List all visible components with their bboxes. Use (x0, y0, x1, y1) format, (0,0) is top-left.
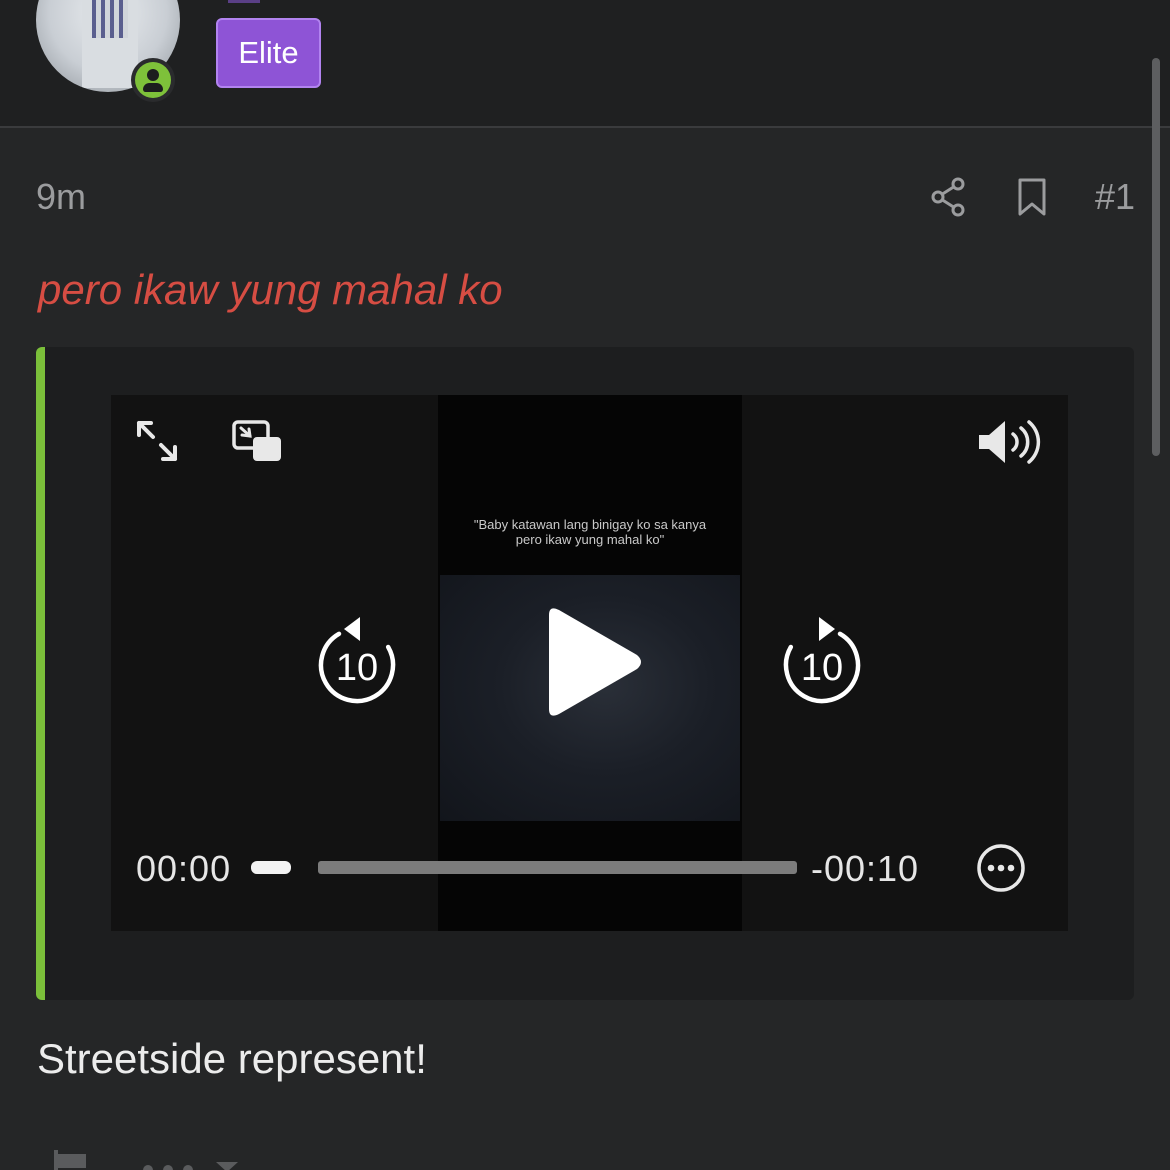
quote-title: pero ikaw yung mahal ko (38, 266, 503, 313)
scrubber-handle[interactable] (251, 861, 291, 874)
post-header: Elite (0, 0, 1170, 128)
badge-divider (228, 0, 260, 3)
volume-icon[interactable] (975, 417, 1045, 467)
video-caption-line-1: "Baby katawan lang binigay ko sa kanya (473, 517, 707, 532)
avatar-figure (82, 0, 138, 88)
remaining-time: -00:10 (811, 848, 920, 889)
online-status-icon (131, 58, 175, 102)
post-number[interactable]: #1 (1095, 176, 1135, 218)
current-time: 00:00 (136, 848, 232, 889)
progress-track[interactable] (318, 861, 797, 874)
rewind-10-icon[interactable]: 10 (316, 617, 398, 707)
flag-icon[interactable] (50, 1150, 90, 1170)
play-icon[interactable] (539, 605, 643, 719)
share-icon[interactable] (928, 172, 968, 220)
more-options-icon[interactable] (976, 843, 1026, 893)
user-rank-badge[interactable]: Elite (216, 18, 321, 88)
reactions-icon[interactable] (140, 1158, 240, 1170)
post-body: Streetside represent! (37, 1035, 427, 1082)
expand-icon[interactable] (133, 417, 181, 465)
rewind-seconds: 10 (336, 647, 378, 689)
video-caption-line-2: pero ikaw yung mahal ko" (515, 532, 665, 547)
picture-in-picture-icon[interactable] (231, 419, 283, 463)
video-player[interactable]: "Baby katawan lang binigay ko sa kanya p… (111, 395, 1068, 931)
forward-10-icon[interactable]: 10 (781, 617, 863, 707)
forward-seconds: 10 (801, 647, 843, 689)
scrollbar[interactable] (1152, 58, 1160, 456)
post-timestamp[interactable]: 9m (36, 176, 86, 218)
video-caption: "Baby katawan lang binigay ko sa kanya p… (438, 517, 742, 547)
bookmark-icon[interactable] (1014, 172, 1050, 220)
